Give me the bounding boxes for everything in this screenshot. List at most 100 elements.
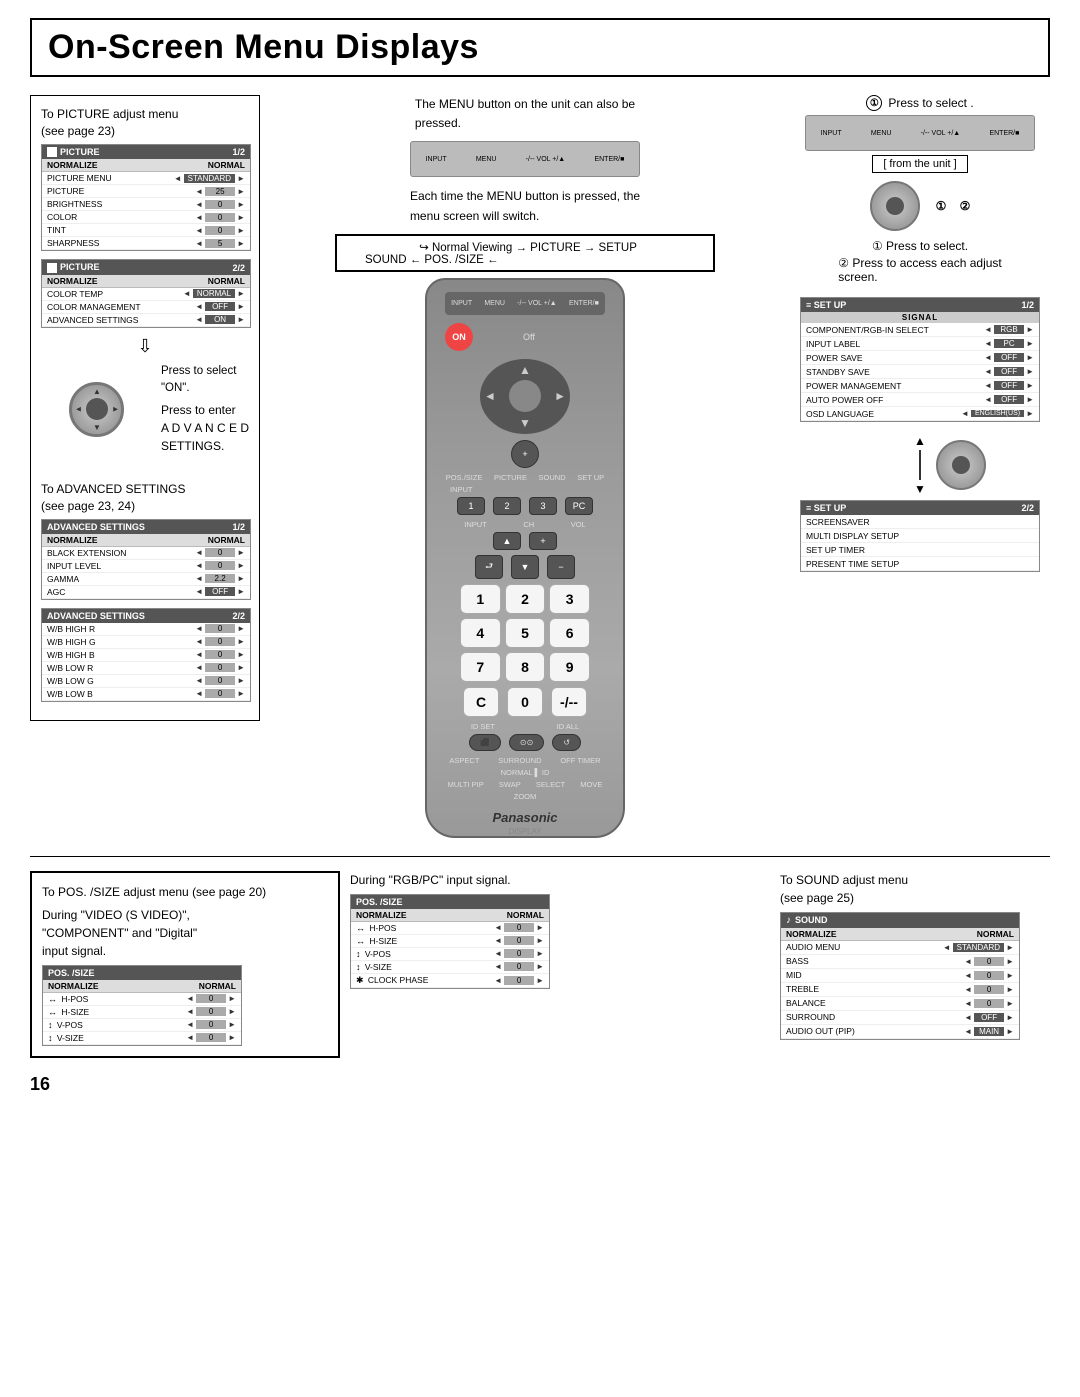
aspect-label-row: ASPECT SURROUND OFF TIMER bbox=[440, 756, 610, 765]
menu-row: INPUT LEVEL ◄0► bbox=[42, 560, 250, 573]
unit-nav-dial-1[interactable] bbox=[870, 181, 920, 231]
normalize-bar-sound: NORMALIZE NORMAL bbox=[781, 928, 1019, 941]
num-4[interactable]: 4 bbox=[460, 618, 501, 648]
right-nav-dials: ① ② bbox=[870, 177, 971, 235]
pos-size-title: To POS. /SIZE adjust menu (see page 20) bbox=[42, 883, 328, 901]
multi-pip-row: MULTI PIP SWAP SELECT MOVE bbox=[440, 780, 610, 789]
input-label-2: INPUT bbox=[450, 485, 473, 494]
menu-row: SHARPNESS ◄5► bbox=[42, 237, 250, 250]
num-8[interactable]: 8 bbox=[505, 652, 546, 682]
menu-row: GAMMA ◄2.2► bbox=[42, 573, 250, 586]
plus-button[interactable]: + bbox=[511, 440, 539, 468]
btn-0[interactable]: 0 bbox=[507, 687, 543, 717]
unit-nav-inner-1 bbox=[886, 197, 904, 215]
num-7[interactable]: 7 bbox=[460, 652, 501, 682]
btn-pc[interactable]: PC bbox=[565, 497, 593, 515]
setup-menu-row: POWER MANAGEMENT ◄OFF► bbox=[801, 379, 1039, 393]
clock-phase-row: ✱ CLOCK PHASE ◄0► bbox=[351, 974, 549, 988]
sound-menu: ♪ SOUND NORMALIZE NORMAL AUDIO MENU ◄STA… bbox=[780, 912, 1020, 1040]
aspect-row: ⬛ ⊙⊙ ↺ bbox=[445, 734, 605, 751]
aspect-label: ASPECT bbox=[449, 756, 479, 765]
input-row: INPUT bbox=[440, 485, 610, 494]
vol-minus[interactable]: − bbox=[547, 555, 575, 579]
ch-vol-row-2: ⮐ ▼ − bbox=[445, 555, 605, 579]
remote-nav-ring[interactable]: ▲ ▼ ◄ ► bbox=[480, 359, 570, 434]
on-button[interactable]: ON bbox=[445, 323, 473, 351]
pos-row: ↕ V-SIZE ◄0► bbox=[351, 961, 549, 974]
sound-row: SURROUND ◄OFF► bbox=[781, 1011, 1019, 1025]
picture-menu-2-header: PICTURE 2/2 bbox=[42, 260, 250, 275]
left-outer-box: To PICTURE adjust menu (see page 23) PIC… bbox=[30, 95, 260, 721]
picture-menu-1: PICTURE 1/2 NORMALIZE NORMAL PICTURE MEN… bbox=[41, 144, 251, 252]
back-btn[interactable]: ⮐ bbox=[475, 555, 503, 579]
btn-dash[interactable]: -/-- bbox=[551, 687, 587, 717]
sound-label: SOUND bbox=[539, 473, 566, 482]
num-6[interactable]: 6 bbox=[549, 618, 590, 648]
note-icon: ♪ bbox=[786, 915, 791, 926]
move-label: MOVE bbox=[580, 780, 602, 789]
right-nav-top: ① Press to select . INPUT MENU -/-- VOL … bbox=[790, 95, 1050, 580]
aspect-btn[interactable]: ⬛ bbox=[469, 734, 501, 751]
num-5[interactable]: 5 bbox=[505, 618, 546, 648]
id-all-label: ID ALL bbox=[557, 722, 580, 731]
pos-menu-1-header: POS. /SIZE bbox=[43, 966, 241, 980]
swap-label: SWAP bbox=[499, 780, 521, 789]
setup-label: SET UP bbox=[577, 473, 604, 482]
instr-text-1: The MENU button on the unit can also be … bbox=[415, 95, 635, 133]
sound-row: BALANCE ◄0► bbox=[781, 997, 1019, 1011]
remote-control: INPUT MENU -/-- VOL +/▲ ENTER/■ ON Off ▲… bbox=[425, 278, 625, 838]
setup-menu-1: ≡ SET UP 1/2 SIGNAL COMPONENT/RGB-IN SEL… bbox=[800, 297, 1040, 422]
setup-menu-row: COMPONENT/RGB-IN SELECT ◄RGB► bbox=[801, 323, 1039, 337]
btn-3-top[interactable]: 3 bbox=[529, 497, 557, 515]
advanced-menu-2: ADVANCED SETTINGS 2/2 W/B HIGH R ◄0► W/B… bbox=[41, 608, 251, 702]
press-select-row: ① Press to select . bbox=[866, 95, 973, 111]
ch-vol-labels: INPUT CH VOL bbox=[440, 520, 610, 529]
pos-row: ↕ V-POS ◄0► bbox=[351, 948, 549, 961]
page-title: On-Screen Menu Displays bbox=[48, 28, 479, 66]
nav-right-arrow: ► bbox=[554, 389, 566, 403]
remote-on-off: ON Off bbox=[445, 323, 605, 351]
num-2[interactable]: 2 bbox=[505, 584, 546, 614]
surround-btn[interactable]: ⊙⊙ bbox=[509, 734, 544, 751]
bottom-left: To POS. /SIZE adjust menu (see page 20) … bbox=[30, 871, 340, 1058]
nav-left-arrow: ◄ bbox=[484, 389, 496, 403]
ch-up[interactable]: ▲ bbox=[493, 532, 521, 550]
num-1[interactable]: 1 bbox=[460, 584, 501, 614]
page-container: On-Screen Menu Displays To PICTURE adjus… bbox=[0, 0, 1080, 1115]
btn-2-top[interactable]: 2 bbox=[493, 497, 521, 515]
sound-row: AUDIO OUT (PIP) ◄MAIN► bbox=[781, 1025, 1019, 1039]
remote-input-label: INPUT bbox=[451, 300, 472, 307]
ch-down[interactable]: ▼ bbox=[511, 555, 539, 579]
nav-dial-left[interactable]: ▲ ▼ ◄ ► bbox=[69, 382, 124, 437]
nav-center-btn[interactable] bbox=[509, 380, 541, 412]
menu-row: W/B LOW R ◄0► bbox=[42, 662, 250, 675]
menu-row: PICTURE MENU ◄STANDARD► bbox=[42, 172, 250, 185]
picture-icon bbox=[47, 147, 57, 157]
btn-1-top[interactable]: 1 bbox=[457, 497, 485, 515]
menu-row: COLOR ◄0► bbox=[42, 211, 250, 224]
remote-display-label: DISPLAY bbox=[508, 827, 541, 836]
press-select-on-text: Press to select "ON". bbox=[161, 363, 249, 398]
pos-size-video-title: During "VIDEO (S VIDEO)", "COMPONENT" an… bbox=[42, 906, 328, 960]
normalize-bar-adv1: NORMALIZE NORMAL bbox=[42, 534, 250, 547]
row-1-2-3-pc: 1 2 3 PC bbox=[445, 497, 605, 515]
setup-menu-2-header: ≡ SET UP 2/2 bbox=[801, 501, 1039, 515]
sound-row: TREBLE ◄0► bbox=[781, 983, 1019, 997]
num-3[interactable]: 3 bbox=[549, 584, 590, 614]
plus-minus-row: + bbox=[445, 440, 605, 468]
setup-menu-row-timer: SET UP TIMER bbox=[801, 543, 1039, 557]
off-timer-btn[interactable]: ↺ bbox=[552, 734, 581, 751]
menu-row: TINT ◄0► bbox=[42, 224, 250, 237]
bottom-center: During "RGB/PC" input signal. POS. /SIZE… bbox=[350, 871, 770, 989]
advanced-menu-1: ADVANCED SETTINGS 1/2 NORMALIZE NORMAL B… bbox=[41, 519, 251, 600]
pos-size-menu-1: POS. /SIZE NORMALIZE NORMAL ↔ H-POS ◄0► … bbox=[42, 965, 242, 1046]
remote-menu-label: MENU bbox=[484, 300, 505, 307]
btn-c[interactable]: C bbox=[463, 687, 499, 717]
pos-row: ↕ V-SIZE ◄0► bbox=[43, 1032, 241, 1045]
unit-nav-dial-right[interactable] bbox=[936, 440, 986, 490]
advanced-menu-2-header: ADVANCED SETTINGS 2/2 bbox=[42, 609, 250, 623]
vol-plus[interactable]: + bbox=[529, 532, 557, 550]
num-9[interactable]: 9 bbox=[549, 652, 590, 682]
menu-row: W/B HIGH G ◄0► bbox=[42, 636, 250, 649]
menu-row: W/B HIGH B ◄0► bbox=[42, 649, 250, 662]
